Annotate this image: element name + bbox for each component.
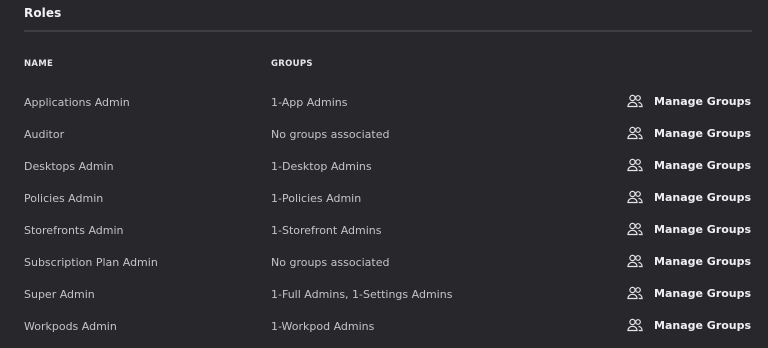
section-divider bbox=[24, 30, 752, 32]
table-row: Storefronts Admin 1-Storefront Admins Ma… bbox=[0, 216, 768, 248]
table-row: Workpods Admin 1-Workpod Admins Manage G… bbox=[0, 312, 768, 344]
role-groups: 1-Policies Admin bbox=[271, 192, 362, 205]
manage-groups-label: Manage Groups bbox=[654, 190, 752, 204]
table-row: Applications Admin 1-App Admins Manage G… bbox=[0, 88, 768, 120]
role-name: Super Admin bbox=[24, 288, 95, 301]
role-groups: 1-App Admins bbox=[271, 96, 348, 109]
manage-groups-label: Manage Groups bbox=[654, 126, 752, 140]
manage-groups-button[interactable]: Manage Groups bbox=[627, 222, 751, 236]
table-row: Auditor No groups associated Manage Grou… bbox=[0, 120, 768, 152]
manage-groups-label: Manage Groups bbox=[654, 286, 752, 300]
column-header-name: NAME bbox=[24, 59, 54, 69]
roles-table: Applications Admin 1-App Admins Manage G… bbox=[0, 88, 768, 344]
users-icon bbox=[627, 286, 643, 300]
users-icon bbox=[627, 190, 643, 204]
role-name: Policies Admin bbox=[24, 192, 104, 205]
role-groups: No groups associated bbox=[271, 256, 390, 269]
manage-groups-button[interactable]: Manage Groups bbox=[627, 158, 751, 172]
manage-groups-button[interactable]: Manage Groups bbox=[627, 94, 751, 108]
role-name: Workpods Admin bbox=[24, 320, 117, 333]
column-header-groups: GROUPS bbox=[271, 59, 313, 69]
manage-groups-button[interactable]: Manage Groups bbox=[627, 126, 751, 140]
manage-groups-label: Manage Groups bbox=[654, 94, 752, 108]
table-row: Subscription Plan Admin No groups associ… bbox=[0, 248, 768, 280]
users-icon bbox=[627, 254, 643, 268]
manage-groups-label: Manage Groups bbox=[654, 222, 752, 236]
manage-groups-button[interactable]: Manage Groups bbox=[627, 190, 751, 204]
role-name: Desktops Admin bbox=[24, 160, 114, 173]
users-icon bbox=[627, 318, 643, 332]
role-groups: No groups associated bbox=[271, 128, 390, 141]
role-name: Applications Admin bbox=[24, 96, 130, 109]
table-row: Policies Admin 1-Policies Admin Manage G… bbox=[0, 184, 768, 216]
role-name: Subscription Plan Admin bbox=[24, 256, 158, 269]
manage-groups-button[interactable]: Manage Groups bbox=[627, 318, 751, 332]
role-groups: 1-Storefront Admins bbox=[271, 224, 382, 237]
role-groups: 1-Workpod Admins bbox=[271, 320, 375, 333]
users-icon bbox=[627, 126, 643, 140]
manage-groups-button[interactable]: Manage Groups bbox=[627, 286, 751, 300]
manage-groups-button[interactable]: Manage Groups bbox=[627, 254, 751, 268]
role-groups: 1-Desktop Admins bbox=[271, 160, 372, 173]
role-groups: 1-Full Admins, 1-Settings Admins bbox=[271, 288, 453, 301]
manage-groups-label: Manage Groups bbox=[654, 318, 752, 332]
roles-panel: Roles NAME GROUPS Applications Admin 1-A… bbox=[0, 0, 768, 348]
manage-groups-label: Manage Groups bbox=[654, 254, 752, 268]
table-row: Super Admin 1-Full Admins, 1-Settings Ad… bbox=[0, 280, 768, 312]
role-name: Auditor bbox=[24, 128, 65, 141]
users-icon bbox=[627, 94, 643, 108]
users-icon bbox=[627, 222, 643, 236]
table-row: Desktops Admin 1-Desktop Admins Manage G… bbox=[0, 152, 768, 184]
manage-groups-label: Manage Groups bbox=[654, 158, 752, 172]
role-name: Storefronts Admin bbox=[24, 224, 124, 237]
section-title: Roles bbox=[24, 6, 62, 20]
users-icon bbox=[627, 158, 643, 172]
